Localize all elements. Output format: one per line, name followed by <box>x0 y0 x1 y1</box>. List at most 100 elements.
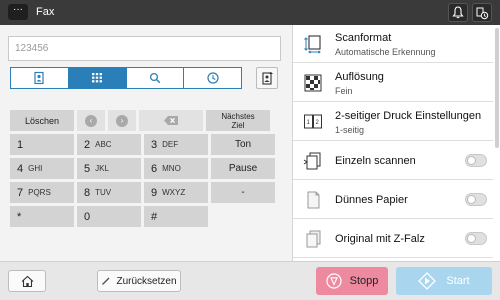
key-0[interactable]: 0 <box>77 206 141 227</box>
toggle-knob <box>467 195 476 204</box>
key-digit: 6 <box>151 162 158 175</box>
tab-search[interactable] <box>127 68 185 88</box>
reset-icon <box>102 277 110 285</box>
reset-button[interactable]: Zurücksetzen <box>97 270 181 292</box>
setting-resolution[interactable]: Auflösung Fein <box>293 64 493 102</box>
key-digit: 1 <box>17 138 24 151</box>
key-digit: # <box>151 210 158 223</box>
key-8[interactable]: 8 TUV <box>77 182 141 203</box>
bottom-bar: Zurücksetzen Stopp Start <box>0 261 500 300</box>
pause-button[interactable]: Pause <box>211 158 275 179</box>
settings-scrollbar[interactable] <box>495 28 499 148</box>
setting-duplex[interactable]: 1 2 2-seitiger Druck Einstellungen 1-sei… <box>293 103 493 141</box>
setting-value: Fein <box>335 86 353 96</box>
stop-icon <box>326 273 342 289</box>
device-status-button[interactable] <box>472 3 492 22</box>
stop-button[interactable]: Stopp <box>316 267 388 295</box>
setting-thin-paper[interactable]: Dünnes Papier <box>293 181 493 219</box>
key-letters: DEF <box>162 140 179 149</box>
top-bar: ··· Fax <box>0 0 500 25</box>
tab-address-book[interactable] <box>11 68 69 88</box>
tab-history[interactable] <box>184 68 241 88</box>
next-destination-line1: Nächstes <box>221 111 255 121</box>
key-digit: 8 <box>84 186 91 199</box>
key-hash[interactable]: # <box>144 206 208 227</box>
key-1[interactable]: 1 <box>10 134 74 155</box>
resolution-icon <box>304 74 322 92</box>
home-icon <box>21 275 34 288</box>
register-icon <box>262 72 273 85</box>
reset-label: Zurücksetzen <box>116 275 177 287</box>
search-icon <box>149 72 161 84</box>
start-button[interactable]: Start <box>396 267 492 295</box>
dash-button[interactable]: - <box>211 182 275 203</box>
key-digit: 2 <box>84 138 91 151</box>
tone-button[interactable]: Ton <box>211 134 275 155</box>
key-letters: MNO <box>162 164 181 173</box>
status-icon <box>476 7 489 20</box>
z-fold-toggle[interactable] <box>465 232 487 245</box>
key-2[interactable]: 2 ABC <box>77 134 141 155</box>
setting-title: Original mit Z-Falz <box>335 233 425 245</box>
scanformat-icon <box>304 35 321 54</box>
notification-button[interactable] <box>448 3 468 22</box>
start-label: Start <box>446 275 470 287</box>
key-digit: 4 <box>17 162 24 175</box>
arrow-left-icon: ‹ <box>85 114 97 127</box>
setting-value: 1-seitig <box>335 125 365 135</box>
backspace-icon <box>164 116 178 125</box>
destination-tabs <box>10 67 242 89</box>
key-letters: WXYZ <box>162 188 186 197</box>
key-star[interactable]: * <box>10 206 74 227</box>
cursor-right-button[interactable]: › <box>108 110 136 131</box>
key-4[interactable]: 4 GHI <box>10 158 74 179</box>
setting-title: Scanformat <box>335 32 392 44</box>
addressbook-icon <box>34 71 44 85</box>
history-icon <box>207 72 219 84</box>
z-fold-icon <box>306 230 321 248</box>
backspace-button[interactable] <box>139 110 203 131</box>
stop-label: Stopp <box>349 275 379 287</box>
setting-title: Dünnes Papier <box>335 194 408 206</box>
key-letters: JKL <box>95 164 109 173</box>
single-scan-toggle[interactable] <box>465 154 487 167</box>
setting-single-scan[interactable]: Einzeln scannen <box>293 142 493 180</box>
thin-paper-toggle[interactable] <box>465 193 487 206</box>
setting-title: Auflösung <box>335 71 384 83</box>
setting-value: Automatische Erkennung <box>335 47 436 57</box>
toggle-knob <box>467 234 476 243</box>
svg-text:1: 1 <box>307 120 311 126</box>
home-button[interactable] <box>8 270 46 292</box>
setting-title: Einzeln scannen <box>335 155 416 167</box>
cursor-left-button[interactable]: ‹ <box>77 110 105 131</box>
key-3[interactable]: 3 DEF <box>144 134 208 155</box>
key-9[interactable]: 9 WXYZ <box>144 182 208 203</box>
key-7[interactable]: 7 PQRS <box>10 182 74 203</box>
destination-field[interactable] <box>8 36 281 61</box>
next-destination-button[interactable]: Nächstes Ziel <box>206 110 270 131</box>
toggle-knob <box>467 156 476 165</box>
clear-button[interactable]: Löschen <box>10 110 74 131</box>
next-destination-line2: Ziel <box>231 120 245 130</box>
key-letters: GHI <box>28 164 43 173</box>
key-digit: 3 <box>151 138 158 151</box>
start-icon <box>418 272 437 290</box>
key-digit: 5 <box>84 162 91 175</box>
tab-keypad[interactable] <box>68 68 127 88</box>
setting-z-fold[interactable]: Original mit Z-Falz <box>293 220 493 258</box>
keypad-icon <box>92 73 103 83</box>
bell-icon <box>452 6 464 19</box>
key-digit: * <box>17 210 22 223</box>
setting-scan-format[interactable]: Scanformat Automatische Erkennung <box>293 25 493 63</box>
register-destination-button[interactable] <box>256 67 278 89</box>
key-digit: 9 <box>151 186 158 199</box>
key-6[interactable]: 6 MNO <box>144 158 208 179</box>
single-scan-icon <box>303 152 321 170</box>
menu-button[interactable]: ··· <box>8 4 28 20</box>
arrow-right-icon: › <box>116 114 128 127</box>
key-5[interactable]: 5 JKL <box>77 158 141 179</box>
key-digit: 0 <box>84 210 91 223</box>
settings-panel: Scanformat Automatische Erkennung Auflös… <box>292 25 500 261</box>
app-title: Fax <box>36 6 55 18</box>
key-digit: 7 <box>17 186 24 199</box>
